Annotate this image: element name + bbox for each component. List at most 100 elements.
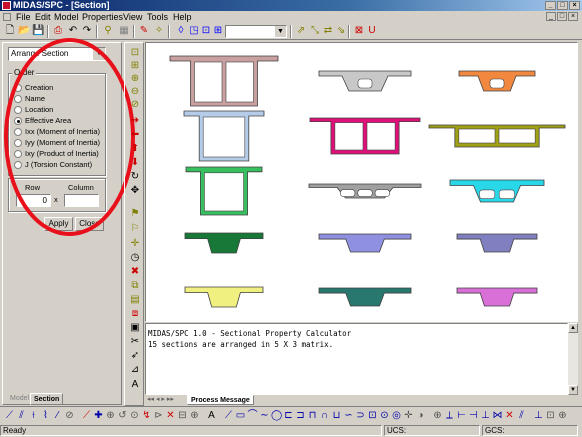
redo-icon[interactable]: ↷ <box>81 25 93 37</box>
mirror-icon[interactable]: ⧈ <box>129 308 141 320</box>
delete-icon[interactable]: ✖ <box>129 266 141 278</box>
menu-edit[interactable]: Edit <box>35 11 51 23</box>
break-icon[interactable]: ↯ <box>141 410 152 422</box>
spline-icon[interactable]: ⌇ <box>40 410 51 422</box>
arch-icon[interactable]: ∩ <box>319 410 330 422</box>
order-option-creation[interactable]: Creation <box>14 82 53 93</box>
text-icon[interactable]: A <box>129 379 141 391</box>
perpendicular-icon[interactable]: ⟂ <box>444 410 455 422</box>
column-input[interactable] <box>64 194 99 207</box>
disk-icon[interactable]: ▣ <box>129 322 141 334</box>
normal-icon[interactable]: ⊥ <box>533 410 544 422</box>
menu-properties[interactable]: Properties <box>82 11 123 23</box>
timer-icon[interactable]: ◷ <box>129 252 141 264</box>
transform-icon[interactable]: ⤡ <box>309 25 321 37</box>
zoom-previous-icon[interactable]: ⊘ <box>129 99 141 111</box>
add-icon[interactable]: ⊕ <box>432 410 443 422</box>
menu-model[interactable]: Model <box>54 11 79 23</box>
order-option-j[interactable]: J (Torsion Constant) <box>14 159 92 170</box>
section-shape[interactable] <box>318 233 412 253</box>
zoom-fit-icon[interactable]: ⊞ <box>129 60 141 72</box>
mdi-minimize-button[interactable]: _ <box>546 12 556 21</box>
section-shape[interactable] <box>184 232 264 254</box>
arrange-mode-select[interactable]: Arrange Section ▼ <box>8 47 106 61</box>
wave-icon[interactable]: ∼ <box>259 410 270 422</box>
element-icon[interactable]: ◳ <box>188 25 200 37</box>
order-option-location[interactable]: Location <box>14 104 53 115</box>
select-all-icon[interactable]: ⚐ <box>129 223 141 235</box>
polyline-icon[interactable]: ⫽ <box>16 410 27 422</box>
document-icon[interactable] <box>3 13 11 21</box>
center-icon[interactable]: ⊙ <box>129 410 140 422</box>
bracket-right-icon[interactable]: ⊐ <box>295 410 306 422</box>
section-shape[interactable] <box>309 117 421 155</box>
mdi-close-button[interactable]: × <box>568 12 578 21</box>
section-shape[interactable] <box>308 183 422 199</box>
tab-nav-arrows[interactable]: ◂◂ ◂ ▸ ▸▸ <box>147 395 174 404</box>
zoom-window-icon[interactable]: ⊡ <box>129 47 141 59</box>
maximize-button[interactable]: □ <box>557 1 568 10</box>
pick-icon[interactable]: ⇘ <box>335 25 347 37</box>
unit-icon[interactable]: U <box>366 25 378 37</box>
pointer-icon[interactable]: ➶ <box>129 350 141 362</box>
scroll-down-icon[interactable]: ▼ <box>568 385 578 395</box>
order-option-ixx[interactable]: Ixx (Moment of Inertia) <box>14 126 100 137</box>
section-shape[interactable] <box>184 286 264 308</box>
section-shape[interactable] <box>449 179 545 203</box>
target-icon[interactable]: ◎ <box>391 410 402 422</box>
rectangle-icon[interactable]: ▭ <box>235 410 246 422</box>
minimize-button[interactable]: _ <box>545 1 556 10</box>
message-scrollbar[interactable]: ▲ ▼ <box>568 323 578 395</box>
row-input[interactable]: 0 <box>16 194 51 207</box>
cross-icon[interactable]: ✛ <box>403 410 414 422</box>
property-icon[interactable]: ⊞ <box>212 25 224 37</box>
tee-left-icon[interactable]: ⊢ <box>456 410 467 422</box>
line-icon[interactable]: ⟋ <box>4 410 15 422</box>
menu-help[interactable]: Help <box>173 11 192 23</box>
section-shape[interactable] <box>185 166 263 216</box>
section-shape[interactable] <box>456 233 538 253</box>
open-folder-icon[interactable]: 📂 <box>18 25 30 37</box>
trim-icon[interactable]: ⊳ <box>153 410 164 422</box>
dropdown-arrow-icon[interactable]: ▼ <box>93 48 105 60</box>
pan-icon[interactable]: ✥ <box>129 185 141 197</box>
undo-icon[interactable]: ↶ <box>67 25 79 37</box>
curve-icon[interactable]: ⊃ <box>355 410 366 422</box>
snap-icon[interactable]: ✛ <box>129 238 141 250</box>
point-icon[interactable]: ⊙ <box>379 410 390 422</box>
section-shape[interactable] <box>428 124 566 148</box>
section-shape[interactable] <box>456 287 538 307</box>
bracket-left-icon[interactable]: ⊏ <box>283 410 294 422</box>
circle-draw-icon[interactable]: ◯ <box>271 410 282 422</box>
box-icon[interactable]: ⊡ <box>367 410 378 422</box>
arrow-right-icon[interactable]: ➜ <box>129 115 141 127</box>
section-shape[interactable] <box>318 287 412 307</box>
menu-view[interactable]: View <box>123 11 142 23</box>
delete-icon[interactable]: ✕ <box>504 410 515 422</box>
menu-file[interactable]: File <box>16 11 31 23</box>
brush-icon[interactable]: ✎ <box>138 25 150 37</box>
menu-tools[interactable]: Tools <box>147 11 168 23</box>
tree-icon[interactable]: ⚲ <box>102 25 114 37</box>
tee-right-icon[interactable]: ⊣ <box>468 410 479 422</box>
section-icon[interactable]: ⊡ <box>200 25 212 37</box>
copy-icon[interactable]: ⧉ <box>129 280 141 292</box>
unit-combo[interactable]: ▼ <box>225 25 287 38</box>
arc-icon[interactable]: ⟊ <box>28 410 39 422</box>
section-shape[interactable] <box>169 55 279 107</box>
move-icon[interactable]: ⇄ <box>322 25 334 37</box>
order-option-ixy[interactable]: Ixy (Product of Inertia) <box>14 148 99 159</box>
parallel-icon[interactable]: ⫽ <box>516 410 527 422</box>
close-panel-button[interactable]: Close <box>75 217 104 231</box>
circle-icon[interactable]: ⊘ <box>64 410 75 422</box>
wand-icon[interactable]: ✧ <box>153 25 165 37</box>
mdi-restore-button[interactable]: □ <box>557 12 567 21</box>
tab-model[interactable]: Model <box>7 393 32 405</box>
extend-icon[interactable]: ⊟ <box>177 410 188 422</box>
cap-icon[interactable]: ⊓ <box>307 410 318 422</box>
tab-section[interactable]: Section <box>30 393 64 405</box>
section-shape[interactable] <box>458 70 536 92</box>
arrow-down-icon[interactable]: ⬇ <box>129 157 141 169</box>
zoom-in-icon[interactable]: ⊕ <box>129 73 141 85</box>
section-shape[interactable] <box>183 110 265 162</box>
